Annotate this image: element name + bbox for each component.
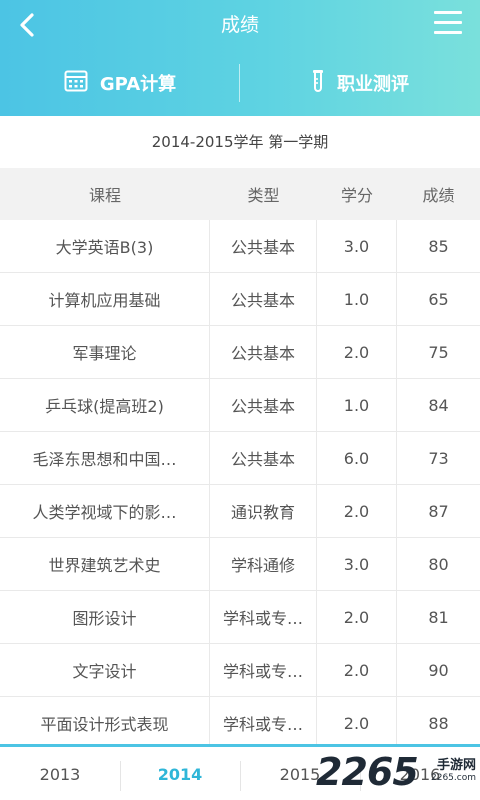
column-header-type: 类型: [247, 186, 280, 205]
credit-cell: 2.0: [317, 697, 397, 749]
credit-cell: 1.0: [317, 379, 397, 431]
table-row[interactable]: 世界建筑艺术史 学科通修 3.0 80: [0, 538, 480, 591]
course-name-cell: 毛泽东思想和中国…: [0, 432, 210, 484]
score-cell: 81: [428, 607, 449, 627]
site-watermark: 2265 手游网 2265.com: [316, 748, 476, 798]
grades-table: 课程 类型 学分 成绩 大学英语B(3) 公共基本 3.0 85 计算机应用基础 公共基本…: [0, 168, 480, 750]
table-row[interactable]: 计算机应用基础 公共基本 1.0 65: [0, 273, 480, 326]
credit-cell: 3.0: [317, 538, 397, 590]
semester-label: 2014-2015学年 第一学期: [0, 116, 480, 168]
table-row[interactable]: 文字设计 学科或专… 2.0 90: [0, 644, 480, 697]
score-cell: 85: [428, 236, 449, 256]
watermark-number: 2265: [316, 750, 419, 794]
career-test-label: 职业测评: [337, 74, 409, 95]
score-cell: 65: [428, 289, 449, 309]
course-type-cell: 通识教育: [210, 485, 317, 537]
column-header-course: 课程: [88, 186, 121, 205]
credit-cell: 2.0: [317, 485, 397, 537]
credit-cell: 1.0: [317, 273, 397, 325]
column-header-score: 成绩: [422, 186, 455, 205]
course-name-cell: 平面设计形式表现: [0, 697, 210, 749]
credit-cell: 2.0: [317, 644, 397, 696]
watermark-site-name: 手游网: [436, 758, 476, 773]
column-header-credit: 学分: [340, 186, 373, 205]
table-row[interactable]: 大学英语B(3) 公共基本 3.0 85: [0, 220, 480, 273]
page-title: 成绩: [220, 14, 259, 36]
career-test-button[interactable]: 职业测评: [240, 50, 480, 116]
course-name-cell: 世界建筑艺术史: [0, 538, 210, 590]
course-type-cell: 公共基本: [210, 432, 317, 484]
table-row[interactable]: 军事理论 公共基本 2.0 75: [0, 326, 480, 379]
table-row[interactable]: 乒乓球(提高班2) 公共基本 1.0 84: [0, 379, 480, 432]
course-name-cell: 军事理论: [0, 326, 210, 378]
gpa-calc-button[interactable]: GPA计算: [0, 50, 240, 116]
credit-cell: 2.0: [317, 326, 397, 378]
score-cell: 88: [428, 713, 449, 733]
course-type-cell: 学科或专…: [210, 644, 317, 696]
score-cell: 84: [428, 395, 449, 415]
course-type-cell: 学科通修: [210, 538, 317, 590]
course-name-cell: 文字设计: [0, 644, 210, 696]
top-bar: 成绩: [0, 0, 480, 50]
score-cell: 87: [428, 501, 449, 521]
course-type-cell: 公共基本: [210, 273, 317, 325]
menu-icon-bar: [434, 11, 462, 14]
watermark-url: 2265.com: [431, 773, 476, 783]
credit-cell: 2.0: [317, 591, 397, 643]
score-cell: 75: [428, 342, 449, 362]
course-type-cell: 公共基本: [210, 326, 317, 378]
tab-2014[interactable]: 2014: [120, 747, 240, 800]
course-name-cell: 图形设计: [0, 591, 210, 643]
table-row[interactable]: 图形设计 学科或专… 2.0 81: [0, 591, 480, 644]
score-cell: 80: [428, 554, 449, 574]
course-type-cell: 公共基本: [210, 379, 317, 431]
course-name-cell: 大学英语B(3): [0, 220, 210, 272]
header: 成绩 GPA计算 职业测评: [0, 0, 480, 116]
score-cell: 73: [428, 448, 449, 468]
menu-icon-bar: [434, 31, 462, 34]
table-row[interactable]: 平面设计形式表现 学科或专… 2.0 88: [0, 697, 480, 750]
credit-cell: 3.0: [317, 220, 397, 272]
menu-icon-bar: [434, 21, 462, 24]
table-header: 课程 类型 学分 成绩: [0, 168, 480, 220]
credit-cell: 6.0: [317, 432, 397, 484]
table-row[interactable]: 人类学视域下的影… 通识教育 2.0 87: [0, 485, 480, 538]
course-name-cell: 人类学视域下的影…: [0, 485, 210, 537]
course-type-cell: 学科或专…: [210, 591, 317, 643]
tab-2013[interactable]: 2013: [0, 747, 120, 800]
course-type-cell: 公共基本: [210, 220, 317, 272]
score-cell: 90: [428, 660, 449, 680]
course-type-cell: 学科或专…: [210, 697, 317, 749]
menu-button[interactable]: [434, 11, 462, 37]
action-bar: GPA计算 职业测评: [0, 50, 480, 116]
test-tube-icon: [311, 69, 325, 98]
course-name-cell: 乒乓球(提高班2): [0, 379, 210, 431]
gpa-calc-label: GPA计算: [99, 74, 177, 95]
table-row[interactable]: 毛泽东思想和中国… 公共基本 6.0 73: [0, 432, 480, 485]
course-name-cell: 计算机应用基础: [0, 273, 210, 325]
calculator-icon: [64, 70, 88, 97]
